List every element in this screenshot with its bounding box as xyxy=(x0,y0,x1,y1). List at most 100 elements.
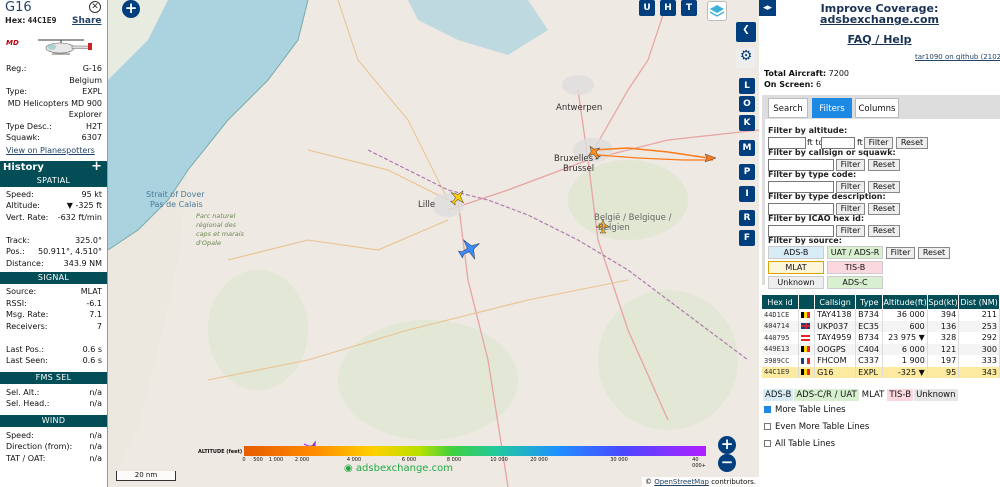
typedesc-reset-button[interactable]: Reset xyxy=(868,203,900,215)
table-row[interactable]: 440795 TAY4959 B734 23 975 ▼ 328 292 xyxy=(762,332,1000,344)
icao-reset-button[interactable]: Reset xyxy=(868,225,900,237)
zoom-in-button[interactable]: + xyxy=(718,436,736,454)
faq-link[interactable]: FAQ / Help xyxy=(759,33,1000,46)
source-adsc[interactable]: ADS-C xyxy=(827,276,883,289)
toggle-button-m[interactable]: M xyxy=(739,140,755,156)
toggle-button-f[interactable]: F xyxy=(739,230,755,246)
info-value: G-16 xyxy=(82,64,102,73)
toggle-button-r[interactable]: R xyxy=(739,210,755,226)
info-value: 6307 xyxy=(81,133,102,142)
info-key: Direction (from): xyxy=(6,442,73,451)
filters-pane: Filter by altitude: ft to ft Filter Rese… xyxy=(765,119,1000,289)
flag-icon xyxy=(798,332,816,344)
col-callsign[interactable]: Callsign xyxy=(814,295,857,309)
filter-typedesc-label: Filter by type description: xyxy=(768,192,886,201)
layer-button-h[interactable]: H xyxy=(660,0,676,16)
country-flag-icon xyxy=(801,369,811,376)
info-value: 325.0° xyxy=(75,235,102,245)
toggle-button-k[interactable]: K xyxy=(739,115,755,131)
altitude-tick-label: 1 000 xyxy=(268,457,284,463)
col-distance[interactable]: Dist (NM) xyxy=(958,295,1000,309)
option-row[interactable]: All Table Lines xyxy=(764,439,835,449)
selected-callsign: G16 xyxy=(5,0,32,15)
info-key: Pos.: xyxy=(6,247,25,256)
layers-icon[interactable] xyxy=(707,1,727,21)
col-altitude[interactable]: Altitude(ft) xyxy=(882,295,928,309)
close-icon[interactable]: ✕ xyxy=(89,1,101,13)
toggle-button-p[interactable]: P xyxy=(739,164,755,180)
info-row: Speed: n/a xyxy=(0,431,107,443)
spatial-list: Speed: 95 kt Altitude: ▼ -325 ft Vert. Rate:… xyxy=(0,190,107,271)
tab-filters[interactable]: Filters xyxy=(812,98,852,118)
aircraft-marker-center[interactable] xyxy=(455,234,485,264)
table-row[interactable]: 44D1CE TAY4138 B734 36 000 394 211 xyxy=(762,309,1000,321)
planespotters-link[interactable]: View on Planespotters xyxy=(6,146,107,155)
settings-gear-icon[interactable]: ⚙ xyxy=(736,48,756,68)
col-flag[interactable] xyxy=(798,295,816,309)
osm-link[interactable]: OpenStreetMap xyxy=(654,478,709,486)
col-type[interactable]: Type xyxy=(855,295,884,309)
adsbx-link[interactable]: adsbexchange.com xyxy=(759,13,1000,26)
info-row: Source: MLAT xyxy=(0,287,107,299)
source-filter-button[interactable]: Filter xyxy=(886,247,915,259)
source-tisb[interactable]: TIS-B xyxy=(827,261,883,274)
col-speed[interactable]: Spd(kt) xyxy=(927,295,960,309)
history-header: History + xyxy=(0,159,107,175)
expand-plus-icon[interactable]: + xyxy=(91,159,102,174)
checkbox-icon[interactable] xyxy=(764,423,771,430)
info-row: Sel. Head.: n/a xyxy=(0,399,107,411)
cell-type: EC35 xyxy=(855,320,884,332)
col-hex[interactable]: Hex id xyxy=(762,295,800,309)
info-row: Squawk: 6307 xyxy=(0,133,107,145)
zoom-in-top-button[interactable]: + xyxy=(122,0,140,18)
tab-columns[interactable]: Columns xyxy=(855,98,899,118)
checkbox-icon[interactable] xyxy=(764,440,771,447)
info-key: Last Pos.: xyxy=(6,344,45,354)
toggle-button-l[interactable]: L xyxy=(739,78,755,94)
tab-search[interactable]: Search xyxy=(768,98,808,118)
cell-hex: 440795 xyxy=(762,332,800,344)
option-row[interactable]: More Table Lines xyxy=(764,405,846,415)
option-row[interactable]: Even More Table Lines xyxy=(764,422,869,432)
table-row[interactable]: 3989CC FHCOM C337 1 900 197 333 xyxy=(762,355,1000,367)
legend-adsb: ADS-B xyxy=(763,389,794,401)
cell-dist: 211 xyxy=(958,309,1000,321)
info-key: Speed: xyxy=(6,189,34,199)
callsign-reset-button[interactable]: Reset xyxy=(868,159,900,171)
source-mlat[interactable]: MLAT xyxy=(768,261,824,274)
source-adsb[interactable]: ADS-B xyxy=(768,246,824,259)
info-row: Belgium xyxy=(0,76,107,88)
toggle-button-i[interactable]: I xyxy=(739,186,755,202)
legend-adsc-uat: ADS-C/R / UAT xyxy=(794,389,859,401)
label-bruxelles: Bruxelles - xyxy=(554,154,599,164)
country-flag-icon xyxy=(801,357,811,364)
info-row: Reg.: G-16 xyxy=(0,64,107,76)
layer-button-t[interactable]: T xyxy=(681,0,697,16)
signal-section-header: SIGNAL xyxy=(0,272,107,284)
source-unknown[interactable]: Unknown xyxy=(768,276,824,289)
cell-dist: 333 xyxy=(958,355,1000,367)
onscreen-count: On Screen: 6 xyxy=(764,80,821,89)
table-row[interactable]: 404714 UKP037 EC35 600 136 253 xyxy=(762,320,1000,332)
altitude-reset-button[interactable]: Reset xyxy=(896,137,928,149)
layer-button-u[interactable]: U xyxy=(639,0,655,16)
table-row[interactable]: 449E13 OOGPS C404 6 000 121 300 xyxy=(762,343,1000,355)
toggle-button-o[interactable]: O xyxy=(739,96,755,112)
scale-bar: 20 nm xyxy=(116,471,176,481)
map-view[interactable]: Antwerpen Bruxelles - Brussel Lille Belg… xyxy=(108,0,759,487)
cell-spd: 197 xyxy=(927,355,960,367)
selected-info-list: Reg.: G-16 Belgium Type: EXPL MD Helicopters … xyxy=(0,64,107,145)
checkbox-icon[interactable] xyxy=(764,406,771,413)
share-link[interactable]: Share xyxy=(72,16,102,26)
option-label: More Table Lines xyxy=(775,405,846,415)
source-uat-adsr[interactable]: UAT / ADS-R xyxy=(827,246,883,259)
zoom-out-button[interactable]: − xyxy=(718,454,736,472)
table-row[interactable]: 44C1E9 G16 EXPL -325 ▼ 95 343 xyxy=(762,366,1000,378)
tar1090-link[interactable]: tar1090 on github (21022 xyxy=(915,53,1000,61)
info-row: Sel. Alt.: n/a xyxy=(0,388,107,400)
chevron-left-icon[interactable]: ❮ xyxy=(736,22,756,42)
cell-spd: 394 xyxy=(927,309,960,321)
source-reset-button[interactable]: Reset xyxy=(918,247,950,259)
info-row: Speed: 95 kt xyxy=(0,190,107,202)
signal-list: Source: MLAT RSSI: -6.1 Msg. Rate: 7.1 Receive… xyxy=(0,287,107,368)
